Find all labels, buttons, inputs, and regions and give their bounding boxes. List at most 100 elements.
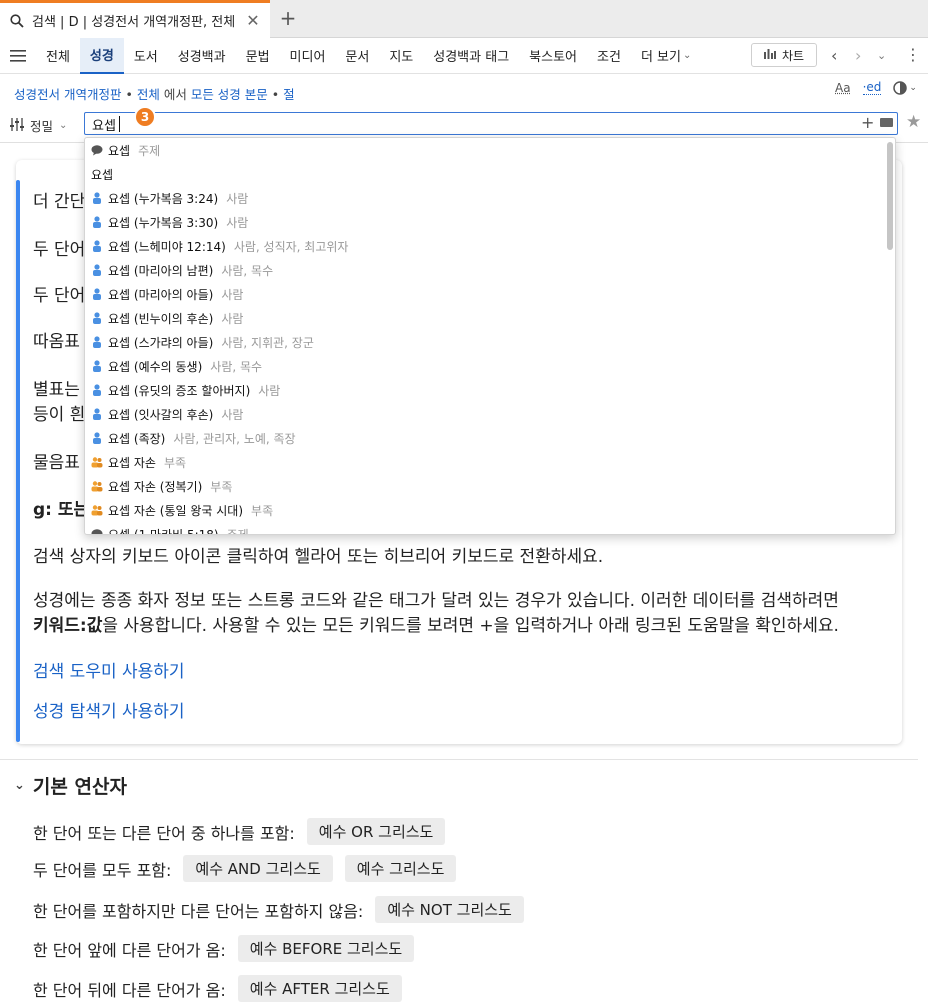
- suggestion-label: 요셉 자손 (정복기): [108, 479, 203, 494]
- chevron-right-icon[interactable]: ›: [855, 46, 861, 65]
- tab-factbook[interactable]: 성경백과: [168, 38, 236, 74]
- operator-description: 한 단어 또는 다른 단어 중 하나를 포함:: [33, 823, 295, 843]
- suggestion-item[interactable]: 요셉 (1 마카비 5:18) 주제: [91, 522, 249, 535]
- tab-maps[interactable]: 지도: [379, 38, 423, 74]
- search-helper-link[interactable]: 검색 도우미 사용하기: [33, 657, 185, 682]
- suggestion-label: 요셉: [108, 143, 131, 158]
- help-line: 두 단어: [33, 240, 86, 260]
- tab-all[interactable]: 전체: [36, 38, 80, 74]
- tab-documents[interactable]: 문서: [335, 38, 379, 74]
- scope-bible-link[interactable]: 성경전서 개역개정판: [14, 87, 121, 102]
- scope-target-link[interactable]: 모든 성경 본문: [191, 87, 268, 102]
- card-accent-bar: [16, 180, 20, 742]
- tab-bible[interactable]: 성경: [79, 37, 124, 74]
- suggestion-label: 요셉 (족장): [108, 431, 166, 446]
- more-vert-icon[interactable]: ⋮: [905, 45, 921, 64]
- tab-conditions[interactable]: 조건: [587, 38, 631, 74]
- help-line: 별표는: [33, 380, 80, 400]
- person-icon: [91, 408, 103, 420]
- bar-chart-icon: [763, 48, 776, 62]
- operator-example-chip[interactable]: 예수 AND 그리스도: [183, 855, 333, 882]
- person-icon: [91, 312, 103, 324]
- suggestion-label: 요셉 (1 마카비 5:18): [108, 527, 219, 535]
- history-dropdown-icon[interactable]: ⌄: [877, 49, 886, 62]
- suggestion-item[interactable]: 요셉 (유딧의 증조 할아버지) 사람: [91, 378, 280, 402]
- star-icon[interactable]: ★: [906, 112, 921, 132]
- scope-unit-link[interactable]: 절: [283, 87, 295, 102]
- people-group-icon: [91, 480, 103, 492]
- suggestion-item[interactable]: 요셉 (마리아의 아들) 사람: [91, 282, 243, 306]
- search-icon: [8, 12, 26, 30]
- close-icon[interactable]: ✕: [244, 11, 262, 30]
- suggestion-category: 사람, 관리자, 노예, 족장: [173, 431, 296, 446]
- person-icon: [91, 192, 103, 204]
- bible-browser-link[interactable]: 성경 탐색기 사용하기: [33, 697, 185, 722]
- new-tab-button[interactable]: +: [278, 8, 298, 28]
- chevron-down-icon: ⌄: [682, 50, 692, 61]
- keyword-syntax: 키워드:값: [33, 616, 103, 636]
- suggestion-category: 사람: [226, 215, 249, 230]
- suggestion-label: 요셉 (느헤미야 12:14): [108, 239, 226, 254]
- search-input[interactable]: 요셉 +: [84, 112, 898, 135]
- suggestion-item[interactable]: 요셉 (빈누이의 후손) 사람: [91, 306, 243, 330]
- suggestion-category: 주제: [226, 527, 249, 535]
- tab-grammar[interactable]: 문법: [236, 38, 280, 74]
- suggestion-label: 요셉: [91, 167, 114, 182]
- menu-icon[interactable]: [0, 38, 36, 74]
- operator-example-chip[interactable]: 예수 BEFORE 그리스도: [237, 935, 415, 962]
- help-line: 물음표: [33, 453, 80, 473]
- operator-example-chip[interactable]: 예수 그리스도: [344, 855, 457, 882]
- suggestion-item[interactable]: 요셉 (스가랴의 아들) 사람, 지휘관, 장군: [91, 330, 314, 354]
- operators-title: 기본 연산자: [32, 776, 127, 798]
- suggestion-item[interactable]: 요셉 (잇사갈의 후손) 사람: [91, 402, 243, 426]
- tag-tip-rest: 을 사용합니다. 사용할 수 있는 모든 키워드를 보려면 +을 입력하거나 아…: [102, 616, 839, 636]
- suggestion-item[interactable]: 요셉: [91, 162, 113, 186]
- suggestion-item[interactable]: 요셉 (누가복음 3:30) 사람: [91, 210, 248, 234]
- keyboard-icon[interactable]: [880, 118, 893, 127]
- suggestion-item[interactable]: 요셉 자손 (정복기) 부족: [91, 474, 232, 498]
- suggestion-category: 사람, 성직자, 최고위자: [233, 239, 349, 254]
- tab-books[interactable]: 도서: [124, 38, 168, 74]
- font-size-icon[interactable]: Aa: [835, 81, 851, 95]
- suggestion-label: 요셉 (누가복음 3:24): [108, 191, 219, 206]
- help-line: 등이 흰: [33, 405, 86, 425]
- tab-media[interactable]: 미디어: [280, 38, 336, 74]
- suggestion-item[interactable]: 요셉 주제: [91, 138, 160, 162]
- suggestion-item[interactable]: 요셉 (족장) 사람, 관리자, 노예, 족장: [91, 426, 296, 450]
- operator-row: 한 단어 뒤에 다른 단어가 옴: 예수 AFTER 그리스도: [33, 975, 402, 1002]
- suggestion-category: 사람, 목수: [221, 263, 274, 278]
- tab-more[interactable]: 더 보기 ⌄: [631, 38, 701, 74]
- chevron-left-icon[interactable]: ‹: [831, 46, 837, 65]
- tab-search[interactable]: 검색 | D | 성경전서 개역개정판, 전체 ✕: [0, 0, 270, 38]
- suggestion-item[interactable]: 요셉 자손 부족: [91, 450, 186, 474]
- search-input-value: 요셉: [92, 119, 116, 134]
- operator-row: 두 단어를 모두 포함: 예수 AND 그리스도 예수 그리스도: [33, 855, 457, 882]
- scope-range-link[interactable]: 전체: [137, 87, 160, 102]
- tab-factbook-tags[interactable]: 성경백과 태그: [423, 38, 519, 74]
- keyboard-tip: 검색 상자의 키보드 아이콘 클릭하여 헬라어 또는 히브리어 키보드로 전환하…: [33, 547, 604, 567]
- suggestion-item[interactable]: 요셉 자손 (통일 왕국 시대) 부족: [91, 498, 273, 522]
- chevron-down-icon: ⌄: [59, 120, 68, 131]
- tab-bookstore[interactable]: 북스토어: [519, 38, 587, 74]
- add-keyword-icon[interactable]: +: [861, 113, 874, 132]
- visual-filter-icon[interactable]: ⌄: [893, 80, 917, 95]
- topic-icon: [91, 528, 103, 534]
- operators-section-header[interactable]: ⌄ 기본 연산자: [14, 772, 127, 799]
- dropdown-scrollbar[interactable]: [887, 142, 893, 250]
- precision-selector[interactable]: 정밀 ⌄: [10, 116, 67, 135]
- tab-strip: 검색 | D | 성경전서 개역개정판, 전체 ✕ +: [0, 0, 928, 38]
- people-group-icon: [91, 504, 103, 516]
- chart-label: 차트: [781, 48, 805, 63]
- operator-example-chip[interactable]: 예수 NOT 그리스도: [375, 896, 524, 923]
- suggestion-item[interactable]: 요셉 (느헤미야 12:14) 사람, 성직자, 최고위자: [91, 234, 348, 258]
- person-icon: [91, 336, 103, 348]
- chart-button[interactable]: 차트: [751, 43, 817, 67]
- operator-example-chip[interactable]: 예수 OR 그리스도: [306, 818, 446, 845]
- operator-example-chip[interactable]: 예수 AFTER 그리스도: [237, 975, 402, 1002]
- suggestion-item[interactable]: 요셉 (예수의 동생) 사람, 목수: [91, 354, 262, 378]
- suggestion-item[interactable]: 요셉 (마리아의 남편) 사람, 목수: [91, 258, 273, 282]
- suggestion-item[interactable]: 요셉 (누가복음 3:24) 사람: [91, 186, 248, 210]
- inline-edit-icon[interactable]: ·ed: [862, 80, 882, 95]
- help-line: 더 간단: [33, 192, 86, 212]
- help-line: g: 또는: [33, 500, 90, 520]
